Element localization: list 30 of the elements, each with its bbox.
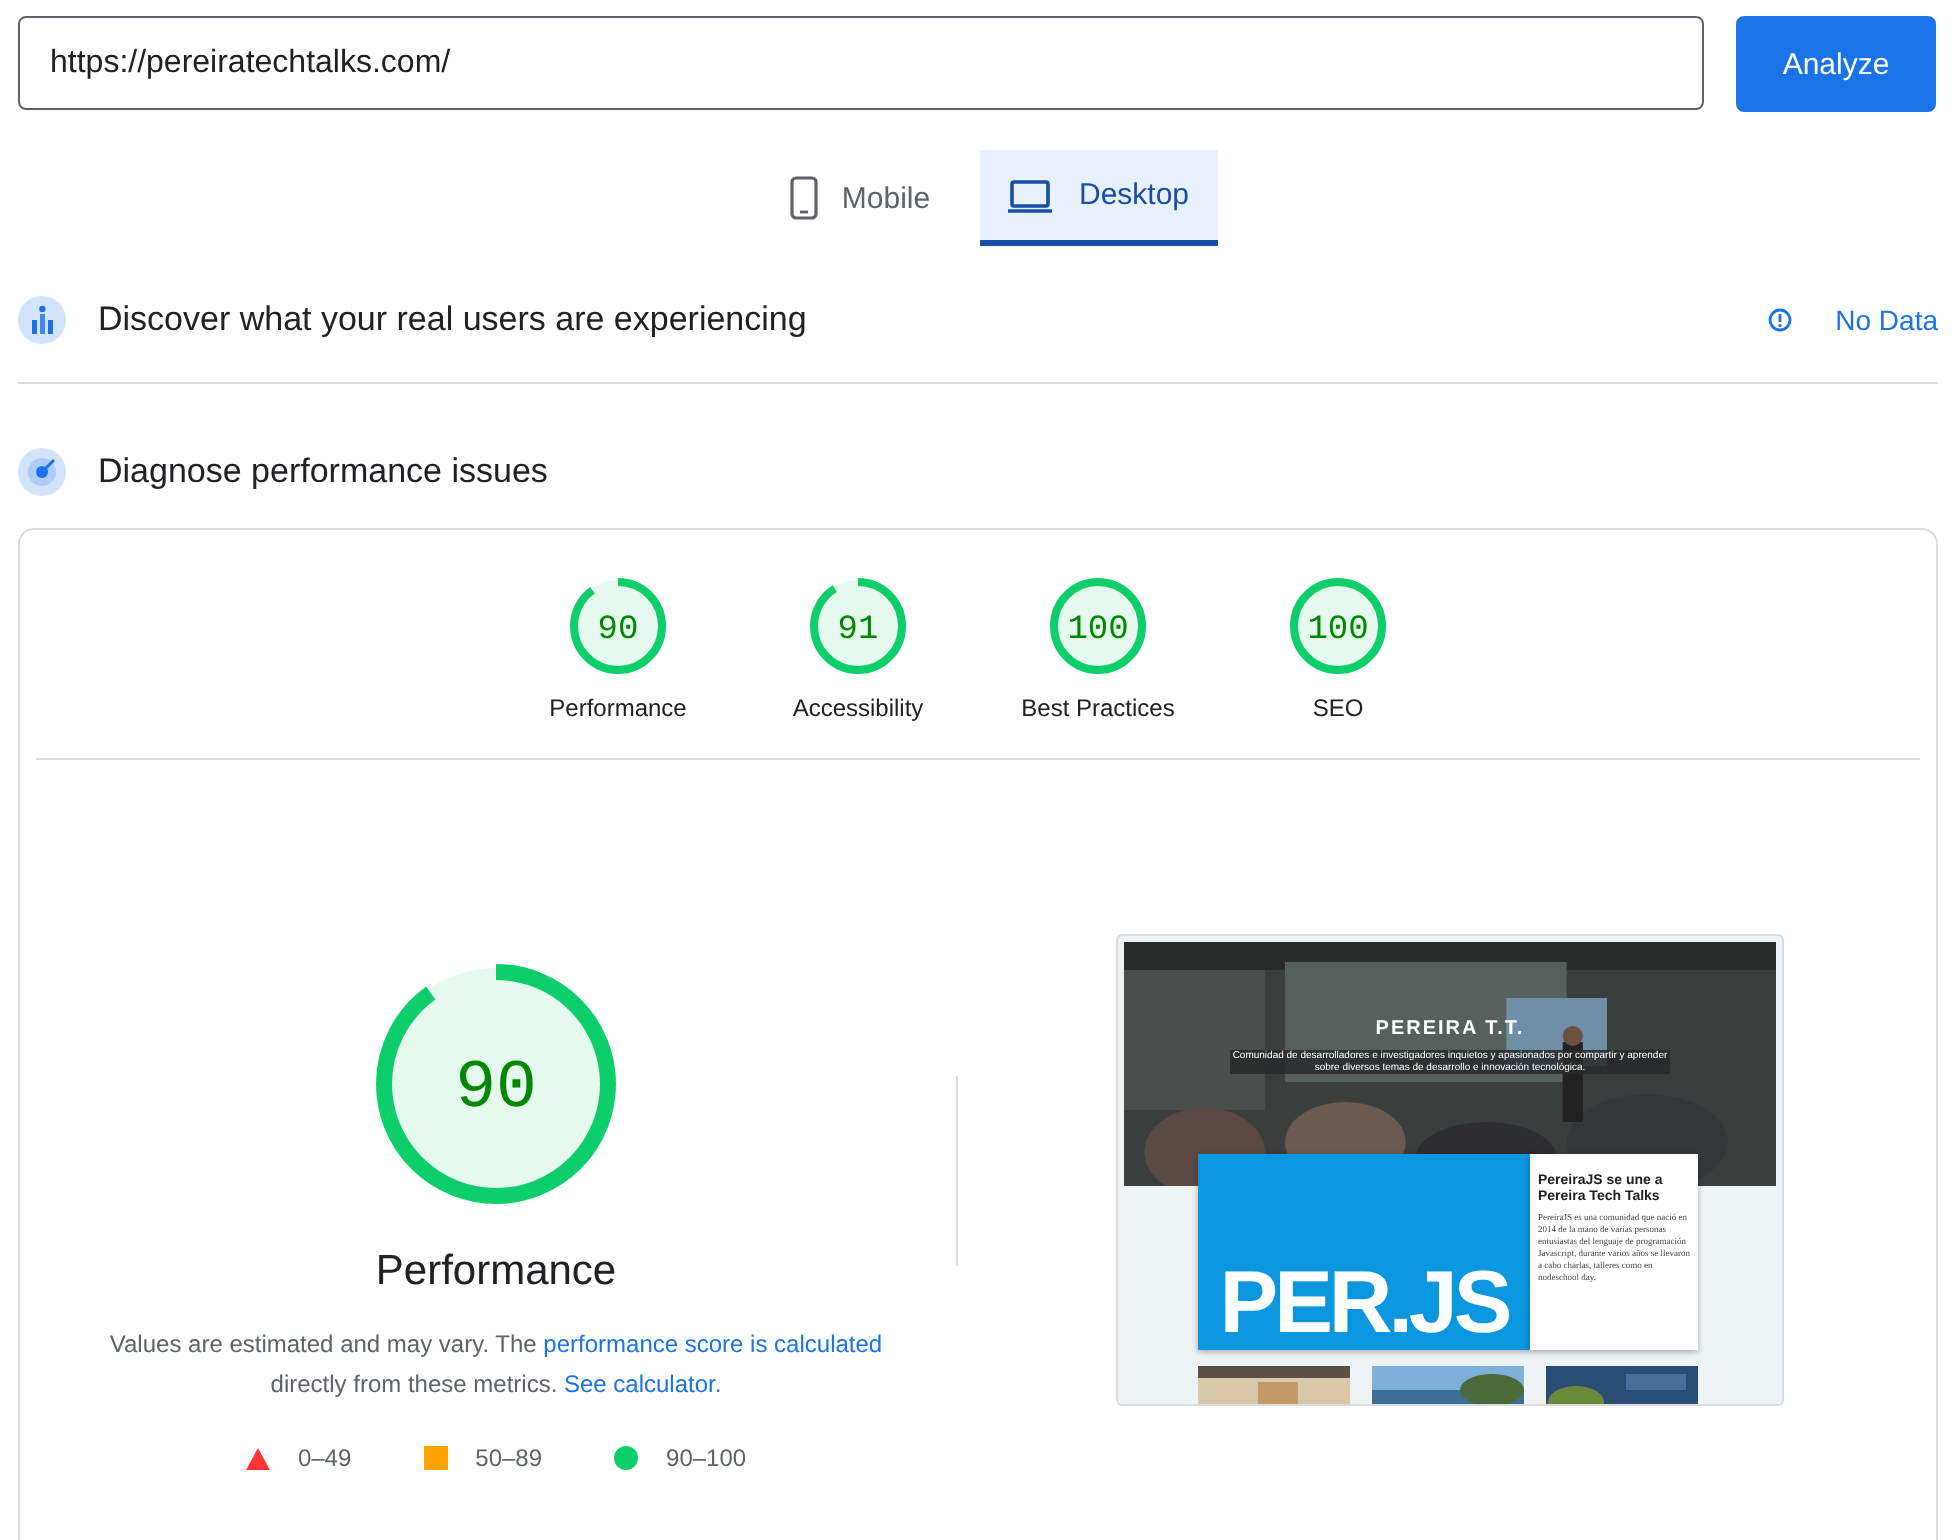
info-icon xyxy=(1767,308,1792,332)
section-title: Diagnose performance issues xyxy=(98,452,548,492)
category-label: SEO xyxy=(1312,694,1364,722)
analyze-button[interactable]: Analyze xyxy=(1736,16,1936,112)
laptop-icon xyxy=(1006,177,1055,213)
phone-icon xyxy=(789,176,818,220)
score-value: 100 xyxy=(1307,612,1369,650)
section-title: Discover what your real users are experiencing xyxy=(98,300,807,340)
hero-banner: PER.JS xyxy=(1198,1154,1530,1350)
users-chart-icon xyxy=(18,296,66,344)
radar-icon xyxy=(18,448,66,496)
score-value: 100 xyxy=(1067,612,1129,650)
device-tab[interactable]: Desktop xyxy=(979,150,1217,246)
score-link[interactable]: performance score is calculated xyxy=(543,1330,883,1358)
category-label: Best Practices xyxy=(1021,694,1175,722)
category-label: Accessibility xyxy=(792,694,924,722)
url-field[interactable]: https://pereiratechtalks.com/ xyxy=(18,16,1704,110)
device-tab[interactable]: Mobile xyxy=(741,150,979,246)
calculator-link[interactable]: See calculator. xyxy=(563,1370,722,1398)
legend-label: 90–100 xyxy=(666,1444,747,1472)
score-value: 90 xyxy=(597,612,639,650)
gauge-title: Performance xyxy=(375,1248,617,1296)
score-value: 91 xyxy=(837,612,879,650)
status-link[interactable]: No Data xyxy=(1835,304,1938,336)
legend-label: 50–89 xyxy=(475,1444,543,1472)
legend-label: 0–49 xyxy=(297,1444,352,1472)
score-note: Values are estimated and may vary. The performance score is calculated directly from these metrics. See calculator. xyxy=(107,1328,885,1402)
site-logo: PEREIRA T.T. xyxy=(1375,1018,1525,1040)
category-label: Performance xyxy=(549,694,687,722)
score-value: 90 xyxy=(455,1052,537,1128)
